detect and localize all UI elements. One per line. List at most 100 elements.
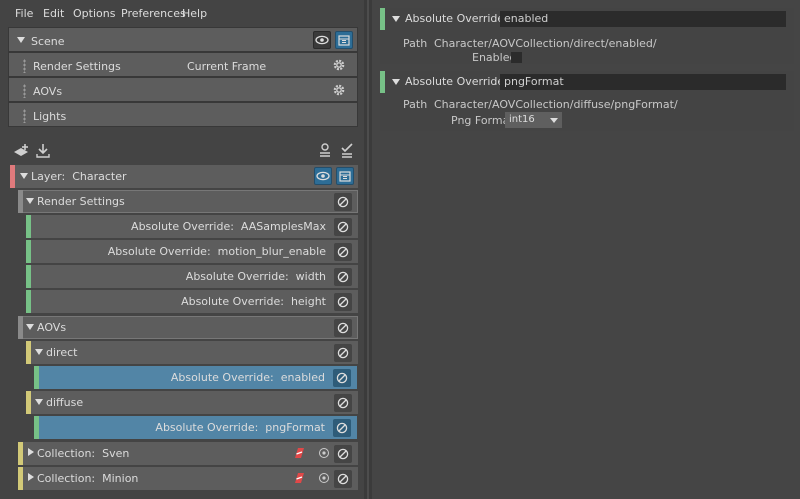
expand-arrow-icon[interactable] [26, 324, 34, 330]
collapse-arrow-icon[interactable] [28, 473, 34, 481]
create-layer-icon[interactable] [12, 142, 30, 160]
png-format-dropdown[interactable]: int16 [505, 112, 562, 128]
enabled-checkbox[interactable] [511, 52, 522, 63]
import-icon[interactable] [34, 142, 52, 160]
disable-toggle-icon[interactable] [334, 344, 352, 362]
disable-toggle-icon[interactable] [334, 293, 352, 311]
expand-arrow-icon[interactable] [392, 79, 400, 85]
override-name: pngFormat [265, 421, 325, 434]
layer-color-bar [10, 165, 15, 188]
disable-toggle-icon[interactable] [334, 319, 352, 337]
override-color-bar [26, 265, 31, 288]
path-label: Path [403, 37, 428, 50]
scene-aovs-row[interactable]: AOVs [8, 77, 358, 102]
override-prefix: Absolute Override: [107, 245, 211, 258]
override-row-enabled-selected[interactable]: Absolute Override: enabled [34, 366, 357, 389]
render-settings-row[interactable]: Render Settings [18, 190, 358, 213]
property-header[interactable]: Absolute Override: pngFormat [380, 71, 794, 93]
override-row-aasamplesmax[interactable]: Absolute Override: AASamplesMax [26, 215, 358, 238]
menu-help[interactable]: Help [182, 7, 207, 20]
drag-grip-icon[interactable] [23, 109, 26, 123]
disable-toggle-icon[interactable] [334, 218, 352, 236]
collection-color-bar [26, 341, 31, 364]
expand-arrow-icon[interactable] [26, 198, 34, 204]
disable-toggle-icon[interactable] [334, 394, 352, 412]
menu-options[interactable]: Options [73, 7, 115, 20]
collection-name: Sven [102, 447, 130, 460]
png-format-value: int16 [509, 114, 535, 125]
override-color-bar [34, 366, 39, 389]
collection-color-bar [18, 467, 23, 490]
path-value: Character/AOVCollection/diffuse/pngForma… [434, 98, 678, 111]
disable-toggle-icon[interactable] [334, 243, 352, 261]
property-header[interactable]: Absolute Override: enabled [380, 8, 794, 30]
expand-arrow-icon[interactable] [17, 37, 25, 43]
isolate-target-icon[interactable] [318, 472, 330, 484]
expand-arrow-icon[interactable] [392, 16, 400, 22]
scene-lights-row[interactable]: Lights [8, 102, 358, 127]
override-row-height[interactable]: Absolute Override: height [26, 290, 358, 313]
override-color-bar [380, 8, 385, 30]
override-name-field[interactable]: enabled [500, 11, 786, 27]
layer-name: Character [72, 170, 127, 183]
expand-arrow-icon[interactable] [35, 399, 43, 405]
render-settings-tool-icon[interactable] [316, 142, 334, 160]
override-name: height [290, 295, 326, 308]
panel-splitter[interactable] [364, 0, 372, 499]
disable-toggle-icon[interactable] [334, 193, 352, 211]
menu-bar: File Edit Options Preferences Help [0, 0, 364, 26]
chevron-down-icon [550, 118, 558, 123]
render-settings-label: Render Settings [37, 195, 125, 208]
visibility-eye-icon[interactable] [313, 31, 331, 49]
expand-arrow-icon[interactable] [35, 349, 43, 355]
menu-file[interactable]: File [15, 7, 33, 20]
disable-toggle-icon[interactable] [334, 445, 352, 463]
override-row-motion-blur-enable[interactable]: Absolute Override: motion_blur_enable [26, 240, 358, 263]
drag-grip-icon[interactable] [23, 59, 26, 73]
menu-preferences[interactable]: Preferences [121, 7, 186, 20]
renderable-clapper-icon[interactable] [335, 31, 353, 49]
gear-icon[interactable] [331, 82, 347, 98]
direct-label: direct [46, 346, 78, 359]
property-title: Absolute Override: [405, 12, 508, 25]
collection-color-bar [26, 391, 31, 414]
group-color-bar [18, 190, 23, 213]
group-color-bar [18, 316, 23, 339]
override-name-field[interactable]: pngFormat [500, 74, 786, 90]
material-override-icon[interactable] [292, 446, 306, 460]
gear-icon[interactable] [331, 57, 347, 73]
layer-row[interactable]: Layer: Character [10, 165, 358, 188]
override-row-pngformat-selected[interactable]: Absolute Override: pngFormat [34, 416, 357, 439]
aovs-row[interactable]: AOVs [18, 316, 358, 339]
checklist-icon[interactable] [338, 142, 356, 160]
override-row-width[interactable]: Absolute Override: width [26, 265, 358, 288]
scene-header[interactable]: Scene [8, 27, 358, 52]
scene-aovs-label: AOVs [33, 85, 63, 98]
disable-toggle-icon[interactable] [334, 268, 352, 286]
collapse-arrow-icon[interactable] [28, 448, 34, 456]
override-prefix: Absolute Override: [185, 270, 289, 283]
override-name: motion_blur_enable [217, 245, 326, 258]
scene-render-settings-row[interactable]: Render Settings Current Frame [8, 52, 358, 77]
collection-name: Minion [102, 472, 139, 485]
isolate-target-icon[interactable] [318, 447, 330, 459]
path-label: Path [403, 98, 428, 111]
disable-toggle-icon[interactable] [334, 470, 352, 488]
drag-grip-icon[interactable] [23, 84, 26, 98]
menu-edit[interactable]: Edit [43, 7, 64, 20]
scene-lights-label: Lights [33, 110, 67, 123]
scene-title: Scene [31, 35, 65, 48]
disable-toggle-icon[interactable] [333, 369, 351, 387]
override-prefix: Absolute Override: [131, 220, 234, 233]
layer-prefix: Layer: [31, 170, 66, 183]
visibility-eye-icon[interactable] [314, 167, 332, 185]
path-value: Character/AOVCollection/direct/enabled/ [434, 37, 657, 50]
collection-row-sven[interactable]: Collection: Sven [18, 442, 358, 465]
collection-row-diffuse[interactable]: diffuse [26, 391, 358, 414]
expand-arrow-icon[interactable] [20, 173, 28, 179]
material-override-icon[interactable] [292, 471, 306, 485]
disable-toggle-icon[interactable] [333, 419, 351, 437]
collection-row-direct[interactable]: direct [26, 341, 358, 364]
collection-row-minion[interactable]: Collection: Minion [18, 467, 358, 490]
renderable-clapper-icon[interactable] [336, 167, 354, 185]
